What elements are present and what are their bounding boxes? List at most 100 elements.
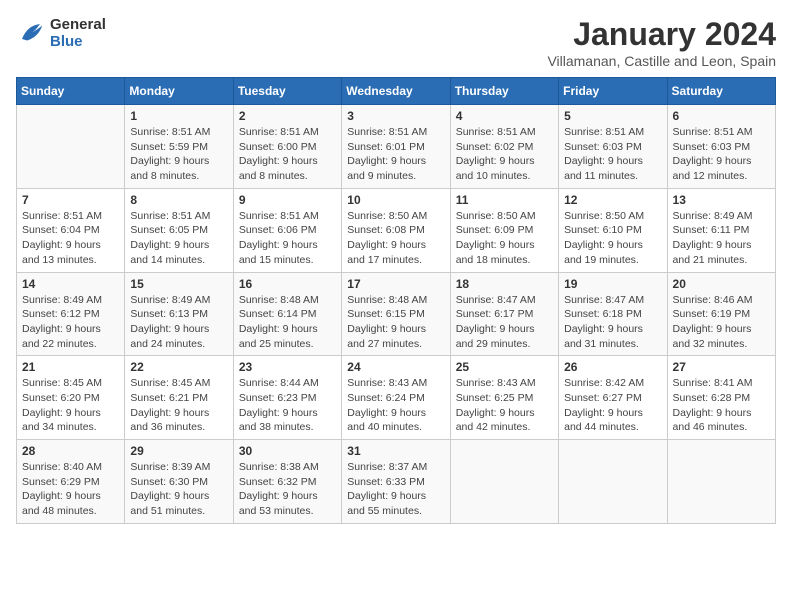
calendar-cell: 5 Sunrise: 8:51 AM Sunset: 6:03 PM Daylig… — [559, 105, 667, 189]
day-number: 10 — [347, 193, 444, 207]
day-number: 6 — [673, 109, 770, 123]
day-number: 28 — [22, 444, 119, 458]
calendar-cell: 30 Sunrise: 8:38 AM Sunset: 6:32 PM Dayli… — [233, 440, 341, 524]
calendar-cell: 7 Sunrise: 8:51 AM Sunset: 6:04 PM Daylig… — [17, 188, 125, 272]
day-number: 5 — [564, 109, 661, 123]
header-saturday: Saturday — [667, 78, 775, 105]
logo-icon — [16, 18, 46, 48]
day-info: Sunrise: 8:39 AM Sunset: 6:30 PM Dayligh… — [130, 460, 227, 519]
calendar-cell: 26Sunrise: 8:42 AM Sunset: 6:27 PM Dayli… — [559, 356, 667, 440]
calendar-cell: 10 Sunrise: 8:50 AM Sunset: 6:08 PM Dayli… — [342, 188, 450, 272]
header-sunday: Sunday — [17, 78, 125, 105]
calendar-cell: 3 Sunrise: 8:51 AM Sunset: 6:01 PM Daylig… — [342, 105, 450, 189]
logo-text: General Blue — [50, 16, 106, 50]
calendar-cell: 21 Sunrise: 8:45 AM Sunset: 6:20 PM Dayli… — [17, 356, 125, 440]
calendar-cell: 29 Sunrise: 8:39 AM Sunset: 6:30 PM Dayli… — [125, 440, 233, 524]
day-info: Sunrise: 8:51 AM Sunset: 6:03 PM Dayligh… — [673, 125, 770, 184]
calendar-cell: 25Sunrise: 8:43 AM Sunset: 6:25 PM Dayli… — [450, 356, 558, 440]
day-number: 14 — [22, 277, 119, 291]
day-number: 1 — [130, 109, 227, 123]
day-info: Sunrise: 8:41 AM Sunset: 6:28 PM Dayligh… — [673, 376, 770, 435]
calendar-cell: 16Sunrise: 8:48 AM Sunset: 6:14 PM Dayli… — [233, 272, 341, 356]
calendar-cell: 27 Sunrise: 8:41 AM Sunset: 6:28 PM Dayli… — [667, 356, 775, 440]
calendar-cell: 20Sunrise: 8:46 AM Sunset: 6:19 PM Dayli… — [667, 272, 775, 356]
day-info: Sunrise: 8:45 AM Sunset: 6:20 PM Dayligh… — [22, 376, 119, 435]
page-header: General Blue January 2024 Villamanan, Ca… — [16, 16, 776, 69]
calendar-cell: 4 Sunrise: 8:51 AM Sunset: 6:02 PM Daylig… — [450, 105, 558, 189]
calendar-cell: 15Sunrise: 8:49 AM Sunset: 6:13 PM Dayli… — [125, 272, 233, 356]
day-number: 11 — [456, 193, 553, 207]
calendar-cell — [450, 440, 558, 524]
day-info: Sunrise: 8:50 AM Sunset: 6:08 PM Dayligh… — [347, 209, 444, 268]
header-thursday: Thursday — [450, 78, 558, 105]
calendar-cell: 2 Sunrise: 8:51 AM Sunset: 6:00 PM Daylig… — [233, 105, 341, 189]
calendar-cell: 8Sunrise: 8:51 AM Sunset: 6:05 PM Daylig… — [125, 188, 233, 272]
day-number: 15 — [130, 277, 227, 291]
day-info: Sunrise: 8:51 AM Sunset: 6:00 PM Dayligh… — [239, 125, 336, 184]
day-number: 7 — [22, 193, 119, 207]
calendar-cell: 23 Sunrise: 8:44 AM Sunset: 6:23 PM Dayli… — [233, 356, 341, 440]
day-number: 26 — [564, 360, 661, 374]
calendar-week-row: 21 Sunrise: 8:45 AM Sunset: 6:20 PM Dayli… — [17, 356, 776, 440]
calendar-cell: 22 Sunrise: 8:45 AM Sunset: 6:21 PM Dayli… — [125, 356, 233, 440]
day-info: Sunrise: 8:48 AM Sunset: 6:14 PM Dayligh… — [239, 293, 336, 352]
calendar-week-row: 7 Sunrise: 8:51 AM Sunset: 6:04 PM Daylig… — [17, 188, 776, 272]
calendar-cell: 6 Sunrise: 8:51 AM Sunset: 6:03 PM Daylig… — [667, 105, 775, 189]
calendar-table: SundayMondayTuesdayWednesdayThursdayFrid… — [16, 77, 776, 524]
day-number: 21 — [22, 360, 119, 374]
header-wednesday: Wednesday — [342, 78, 450, 105]
day-number: 3 — [347, 109, 444, 123]
day-info: Sunrise: 8:38 AM Sunset: 6:32 PM Dayligh… — [239, 460, 336, 519]
day-number: 2 — [239, 109, 336, 123]
day-number: 20 — [673, 277, 770, 291]
day-info: Sunrise: 8:44 AM Sunset: 6:23 PM Dayligh… — [239, 376, 336, 435]
day-number: 4 — [456, 109, 553, 123]
calendar-cell: 24 Sunrise: 8:43 AM Sunset: 6:24 PM Dayli… — [342, 356, 450, 440]
day-info: Sunrise: 8:51 AM Sunset: 6:02 PM Dayligh… — [456, 125, 553, 184]
calendar-cell: 17 Sunrise: 8:48 AM Sunset: 6:15 PM Dayli… — [342, 272, 450, 356]
day-info: Sunrise: 8:47 AM Sunset: 6:17 PM Dayligh… — [456, 293, 553, 352]
day-number: 29 — [130, 444, 227, 458]
day-info: Sunrise: 8:40 AM Sunset: 6:29 PM Dayligh… — [22, 460, 119, 519]
day-number: 12 — [564, 193, 661, 207]
day-number: 13 — [673, 193, 770, 207]
day-info: Sunrise: 8:43 AM Sunset: 6:24 PM Dayligh… — [347, 376, 444, 435]
day-info: Sunrise: 8:51 AM Sunset: 6:03 PM Dayligh… — [564, 125, 661, 184]
day-info: Sunrise: 8:49 AM Sunset: 6:12 PM Dayligh… — [22, 293, 119, 352]
calendar-cell — [667, 440, 775, 524]
day-number: 30 — [239, 444, 336, 458]
calendar-header-row: SundayMondayTuesdayWednesdayThursdayFrid… — [17, 78, 776, 105]
day-number: 27 — [673, 360, 770, 374]
day-info: Sunrise: 8:51 AM Sunset: 6:01 PM Dayligh… — [347, 125, 444, 184]
calendar-cell: 28 Sunrise: 8:40 AM Sunset: 6:29 PM Dayli… — [17, 440, 125, 524]
calendar-cell: 13 Sunrise: 8:49 AM Sunset: 6:11 PM Dayli… — [667, 188, 775, 272]
calendar-cell: 12Sunrise: 8:50 AM Sunset: 6:10 PM Dayli… — [559, 188, 667, 272]
calendar-cell: 1 Sunrise: 8:51 AM Sunset: 5:59 PM Daylig… — [125, 105, 233, 189]
calendar-cell: 31 Sunrise: 8:37 AM Sunset: 6:33 PM Dayli… — [342, 440, 450, 524]
day-number: 17 — [347, 277, 444, 291]
calendar-week-row: 1 Sunrise: 8:51 AM Sunset: 5:59 PM Daylig… — [17, 105, 776, 189]
calendar-cell: 11 Sunrise: 8:50 AM Sunset: 6:09 PM Dayli… — [450, 188, 558, 272]
day-info: Sunrise: 8:49 AM Sunset: 6:11 PM Dayligh… — [673, 209, 770, 268]
logo: General Blue — [16, 16, 106, 50]
header-friday: Friday — [559, 78, 667, 105]
day-number: 9 — [239, 193, 336, 207]
day-info: Sunrise: 8:51 AM Sunset: 6:06 PM Dayligh… — [239, 209, 336, 268]
title-block: January 2024 Villamanan, Castille and Le… — [547, 16, 776, 69]
day-number: 31 — [347, 444, 444, 458]
day-number: 22 — [130, 360, 227, 374]
day-info: Sunrise: 8:51 AM Sunset: 5:59 PM Dayligh… — [130, 125, 227, 184]
day-number: 24 — [347, 360, 444, 374]
day-info: Sunrise: 8:37 AM Sunset: 6:33 PM Dayligh… — [347, 460, 444, 519]
day-info: Sunrise: 8:51 AM Sunset: 6:04 PM Dayligh… — [22, 209, 119, 268]
day-info: Sunrise: 8:50 AM Sunset: 6:09 PM Dayligh… — [456, 209, 553, 268]
calendar-cell: 14 Sunrise: 8:49 AM Sunset: 6:12 PM Dayli… — [17, 272, 125, 356]
calendar-cell: 18Sunrise: 8:47 AM Sunset: 6:17 PM Dayli… — [450, 272, 558, 356]
day-info: Sunrise: 8:45 AM Sunset: 6:21 PM Dayligh… — [130, 376, 227, 435]
calendar-week-row: 14 Sunrise: 8:49 AM Sunset: 6:12 PM Dayli… — [17, 272, 776, 356]
day-info: Sunrise: 8:47 AM Sunset: 6:18 PM Dayligh… — [564, 293, 661, 352]
day-info: Sunrise: 8:51 AM Sunset: 6:05 PM Dayligh… — [130, 209, 227, 268]
calendar-week-row: 28 Sunrise: 8:40 AM Sunset: 6:29 PM Dayli… — [17, 440, 776, 524]
day-info: Sunrise: 8:48 AM Sunset: 6:15 PM Dayligh… — [347, 293, 444, 352]
day-number: 23 — [239, 360, 336, 374]
